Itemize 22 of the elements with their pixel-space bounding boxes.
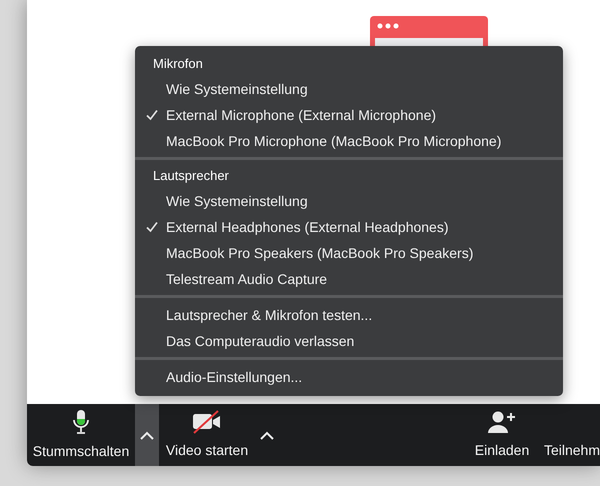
menu-item[interactable]: Wie Systemeinstellung [135,188,563,214]
add-person-icon [488,410,516,434]
menu-item[interactable]: Lautsprecher & Mikrofon testen... [135,302,563,328]
menu-section-heading: Lautsprecher [152,167,230,186]
caret-icon [260,430,274,440]
menu-item[interactable]: Audio-Einstellungen... [135,364,563,390]
menu-item[interactable]: MacBook Pro Speakers (MacBook Pro Speakers) [135,240,563,266]
menu-item[interactable]: External Microphone (External Microphone) [135,102,563,128]
options-toggle[interactable] [135,404,159,466]
menu-item[interactable]: Wie Systemeinstellung [135,76,563,102]
video-button[interactable]: Video starten [159,404,255,466]
menu-item[interactable]: MacBook Pro Microphone (MacBook Pro Microphone) [135,128,563,154]
microphone-icon [72,408,90,434]
menu-section-heading: Mikrofon [152,55,204,74]
mute-button[interactable]: Stummschalten [27,404,135,466]
video-off-icon [192,410,222,434]
menu-item[interactable]: Telestream Audio Capture [135,266,563,292]
menu-item[interactable]: External Headphones (External Headphones) [135,214,563,240]
menu-item[interactable]: Das Computeraudio verlassen [135,328,563,354]
caret-icon [140,430,154,440]
participants-button[interactable]: Teilnehm [544,404,600,466]
invite-button[interactable]: Einladen [466,404,538,466]
